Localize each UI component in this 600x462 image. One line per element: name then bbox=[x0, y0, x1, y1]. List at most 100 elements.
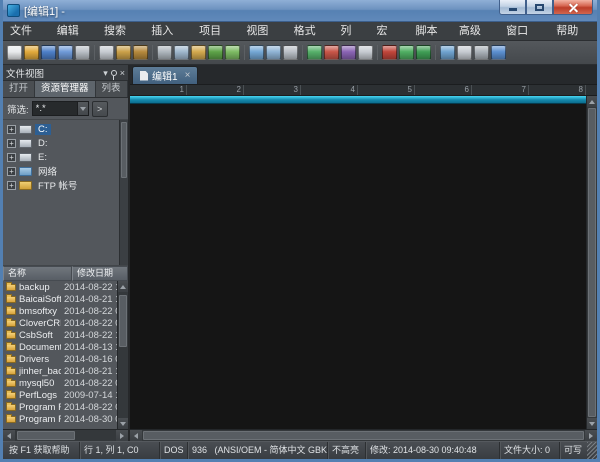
file-list-row[interactable]: Program File... 2014-08-30 09 bbox=[3, 413, 117, 425]
status-file-size: 文件大小: 0 bbox=[499, 442, 559, 459]
menu-item[interactable]: 文件(F) bbox=[3, 22, 50, 40]
tree-expander-icon[interactable]: + bbox=[7, 139, 16, 148]
color-picker-icon[interactable] bbox=[324, 45, 339, 60]
chevron-down-icon[interactable]: ▾ bbox=[103, 68, 108, 78]
scroll-down-icon[interactable] bbox=[118, 418, 128, 429]
menu-item[interactable]: 高级(A) bbox=[452, 22, 499, 40]
html-preview-icon[interactable] bbox=[307, 45, 322, 60]
menu-item[interactable]: 帮助(H) bbox=[549, 22, 597, 40]
tree-item[interactable]: + E: bbox=[3, 150, 119, 164]
file-list-row[interactable]: Drivers 2014-08-16 09 bbox=[3, 353, 117, 365]
print-icon[interactable] bbox=[99, 45, 114, 60]
file-list-row[interactable]: backup 2014-08-22 10 bbox=[3, 281, 117, 293]
file-list-row[interactable]: BaicaiSoft 2014-08-21 16 bbox=[3, 293, 117, 305]
file-list-row[interactable]: CloverCRM 2014-08-22 08 bbox=[3, 317, 117, 329]
run-script-icon[interactable] bbox=[416, 45, 431, 60]
status-syntax-highlight[interactable]: 不高亮 bbox=[327, 442, 365, 459]
menu-item[interactable]: 搜索(S) bbox=[97, 22, 144, 40]
tree-item[interactable]: + D: bbox=[3, 136, 119, 150]
undo-icon[interactable] bbox=[208, 45, 223, 60]
column-header-name[interactable]: 名称 bbox=[3, 266, 72, 281]
menu-item[interactable]: 列(L) bbox=[333, 22, 369, 40]
tree-scrollbar[interactable] bbox=[119, 120, 128, 265]
menu-item[interactable]: 宏(M) bbox=[370, 22, 409, 40]
scroll-right-icon[interactable] bbox=[585, 430, 597, 441]
tab-edit1[interactable]: 编辑1 × bbox=[132, 66, 198, 84]
new-file-icon[interactable] bbox=[7, 45, 22, 60]
tab-close-icon[interactable]: × bbox=[185, 71, 191, 81]
save-file-icon[interactable] bbox=[41, 45, 56, 60]
scroll-left-icon[interactable] bbox=[130, 430, 142, 441]
folder-icon bbox=[6, 356, 16, 363]
column-mode-icon[interactable] bbox=[249, 45, 264, 60]
copy-icon[interactable] bbox=[174, 45, 189, 60]
status-encoding[interactable]: 936 (ANSI/OEM - 简体中文 GBK) bbox=[187, 442, 327, 459]
resize-grip[interactable] bbox=[587, 442, 597, 459]
tree-item[interactable]: + 网络 bbox=[3, 164, 119, 178]
editor-vscrollbar[interactable] bbox=[586, 96, 597, 429]
spell-check-icon[interactable] bbox=[358, 45, 373, 60]
word-wrap-icon[interactable] bbox=[266, 45, 281, 60]
file-list-row[interactable]: jinher_backup 2014-08-21 18 bbox=[3, 365, 117, 377]
scroll-left-icon[interactable] bbox=[3, 430, 15, 441]
file-compare-icon[interactable] bbox=[440, 45, 455, 60]
file-list-row[interactable]: Documents 2014-08-13 14 bbox=[3, 341, 117, 353]
tag-list-icon[interactable] bbox=[341, 45, 356, 60]
cut-icon[interactable] bbox=[157, 45, 172, 60]
panel-close-icon[interactable]: × bbox=[120, 68, 125, 78]
file-list-scrollbar[interactable] bbox=[117, 281, 128, 429]
menu-item[interactable]: 插入(N) bbox=[144, 22, 192, 40]
menu-item[interactable]: 视图(V) bbox=[239, 22, 286, 40]
filter-combobox[interactable] bbox=[32, 101, 89, 116]
find-icon[interactable] bbox=[116, 45, 131, 60]
file-list-row[interactable]: Program Files 2014-08-22 08 bbox=[3, 401, 117, 413]
menu-item[interactable]: 脚本(I) bbox=[409, 22, 452, 40]
file-list-hscrollbar[interactable] bbox=[3, 429, 128, 441]
replace-icon[interactable] bbox=[133, 45, 148, 60]
menu-item[interactable]: 窗口(W) bbox=[499, 22, 549, 40]
filter-apply-button[interactable]: > bbox=[92, 101, 108, 117]
menu-item[interactable]: 项目(P) bbox=[192, 22, 239, 40]
menu-item[interactable]: 格式(T) bbox=[287, 22, 334, 40]
macro-play-icon[interactable] bbox=[399, 45, 414, 60]
editor-hscrollbar[interactable] bbox=[130, 429, 597, 441]
paste-icon[interactable] bbox=[191, 45, 206, 60]
tree-item[interactable]: + FTP 帐号 bbox=[3, 178, 119, 192]
file-list-row[interactable]: mysql50 2014-08-22 08 bbox=[3, 377, 117, 389]
status-writable[interactable]: 可写 bbox=[559, 442, 587, 459]
open-file-icon[interactable] bbox=[24, 45, 39, 60]
menu-item[interactable]: 编辑(E) bbox=[50, 22, 97, 40]
configuration-icon[interactable] bbox=[474, 45, 489, 60]
close-button[interactable] bbox=[553, 0, 593, 15]
minimize-button[interactable] bbox=[499, 0, 526, 15]
file-list-row[interactable]: CsbSoft 2014-08-22 11 bbox=[3, 329, 117, 341]
redo-icon[interactable] bbox=[225, 45, 240, 60]
scroll-up-icon[interactable] bbox=[587, 96, 597, 107]
status-line-ending-mode[interactable]: DOS bbox=[159, 442, 187, 459]
tree-expander-icon[interactable]: + bbox=[7, 153, 16, 162]
close-file-icon[interactable] bbox=[75, 45, 90, 60]
sidebar-tab[interactable]: 资源管理器 bbox=[35, 81, 96, 97]
sort-file-icon[interactable] bbox=[457, 45, 472, 60]
macro-record-icon[interactable] bbox=[382, 45, 397, 60]
sidebar-tab[interactable]: 列表 bbox=[96, 81, 128, 97]
tree-expander-icon[interactable]: + bbox=[7, 167, 16, 176]
pin-icon[interactable] bbox=[111, 70, 117, 76]
tree-expander-icon[interactable]: + bbox=[7, 181, 16, 190]
maximize-button[interactable] bbox=[526, 0, 553, 15]
combo-dropdown-icon[interactable] bbox=[77, 102, 88, 115]
scroll-down-icon[interactable] bbox=[587, 418, 597, 429]
sidebar-tab[interactable]: 打开 bbox=[3, 81, 35, 97]
scroll-right-icon[interactable] bbox=[116, 430, 128, 441]
tree-expander-icon[interactable]: + bbox=[7, 125, 16, 134]
help-icon[interactable] bbox=[491, 45, 506, 60]
editor-area[interactable] bbox=[130, 96, 586, 429]
scroll-up-icon[interactable] bbox=[118, 281, 128, 292]
file-list-row[interactable]: bmsoftxy 2014-08-22 08 bbox=[3, 305, 117, 317]
save-all-icon[interactable] bbox=[58, 45, 73, 60]
show-line-numbers-icon[interactable] bbox=[283, 45, 298, 60]
column-header-date[interactable]: 修改日期 bbox=[72, 266, 128, 281]
filter-input[interactable] bbox=[33, 102, 77, 115]
file-list-row[interactable]: PerfLogs 2009-07-14 11 bbox=[3, 389, 117, 401]
tree-item[interactable]: + C: bbox=[3, 122, 119, 136]
